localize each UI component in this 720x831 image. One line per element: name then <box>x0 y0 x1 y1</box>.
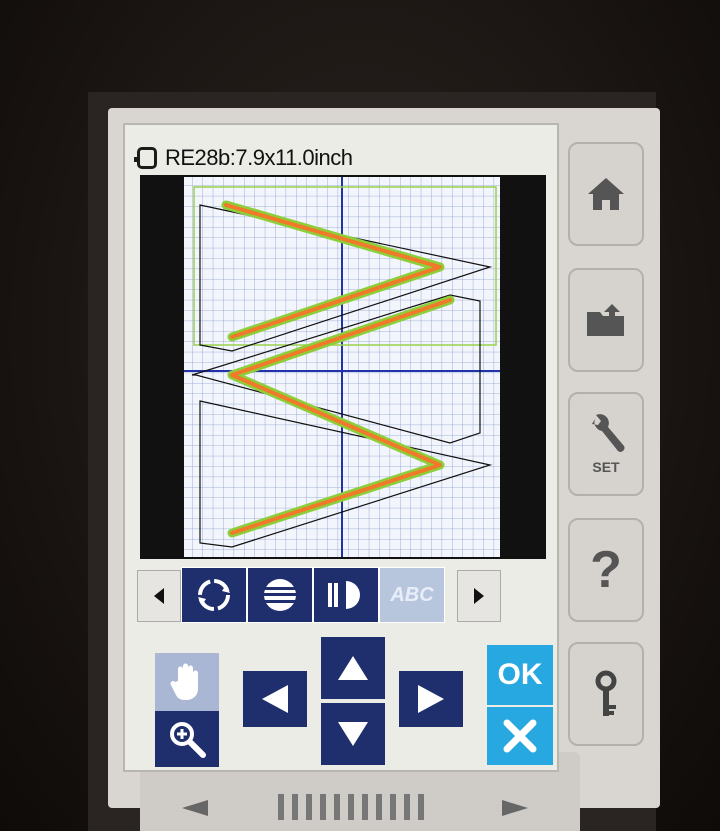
flip-horizontal-button[interactable] <box>247 567 313 623</box>
move-up-button[interactable] <box>321 637 385 699</box>
key-icon <box>595 670 617 716</box>
cancel-button[interactable] <box>487 707 553 765</box>
help-button[interactable]: ? <box>568 518 644 622</box>
hoop-title: RE28b:7.9x11.0inch <box>134 141 353 175</box>
zoom-button[interactable] <box>155 711 219 767</box>
arrow-up-icon <box>338 656 368 680</box>
arrow-down-icon <box>338 722 368 746</box>
ok-label: OK <box>497 658 543 691</box>
scroll-grip-icon <box>278 794 424 820</box>
flip-vertical-button[interactable] <box>313 567 379 623</box>
flip-horizontal-icon <box>264 579 296 611</box>
ok-button[interactable]: OK <box>487 645 553 705</box>
rotate-button[interactable] <box>181 567 247 623</box>
hoop-size-label: RE28b:7.9x11.0inch <box>165 145 353 170</box>
toolbar-prev-button[interactable] <box>137 570 181 622</box>
move-right-button[interactable] <box>399 671 463 727</box>
scroll-left-icon <box>182 800 208 816</box>
home-button[interactable] <box>568 142 644 246</box>
close-icon <box>503 719 537 753</box>
folder-upload-icon <box>587 304 624 336</box>
wrench-icon <box>592 414 625 452</box>
toolbar-next-button[interactable] <box>457 570 501 622</box>
settings-button[interactable]: SET <box>568 392 644 496</box>
chevron-right-icon <box>474 588 484 604</box>
arrow-left-icon <box>262 685 288 713</box>
flip-vertical-icon <box>328 581 360 609</box>
zoom-in-icon <box>170 722 206 758</box>
text-arc-button: ABC <box>379 567 445 623</box>
hoop-icon <box>134 147 157 169</box>
embroidery-preview[interactable] <box>140 175 546 559</box>
lcd-screen: RE28b:7.9x11.0inch ABC OK <box>125 125 557 770</box>
scroll-right-icon <box>502 800 528 816</box>
home-icon <box>588 178 624 210</box>
lock-button[interactable] <box>568 642 644 746</box>
text-arc-icon: ABC <box>390 583 434 606</box>
rotate-icon <box>198 579 230 611</box>
save-button[interactable] <box>568 268 644 372</box>
edit-toolbar: ABC <box>137 567 547 625</box>
question-icon: ? <box>590 541 622 599</box>
arrow-right-icon <box>418 685 444 713</box>
hand-move-button[interactable] <box>155 653 219 711</box>
hand-icon <box>170 663 198 700</box>
move-left-button[interactable] <box>243 671 307 727</box>
settings-label: SET <box>592 459 620 475</box>
preview-canvas <box>184 177 500 557</box>
move-controls: OK <box>125 635 557 770</box>
move-down-button[interactable] <box>321 703 385 765</box>
chevron-left-icon <box>154 588 164 604</box>
